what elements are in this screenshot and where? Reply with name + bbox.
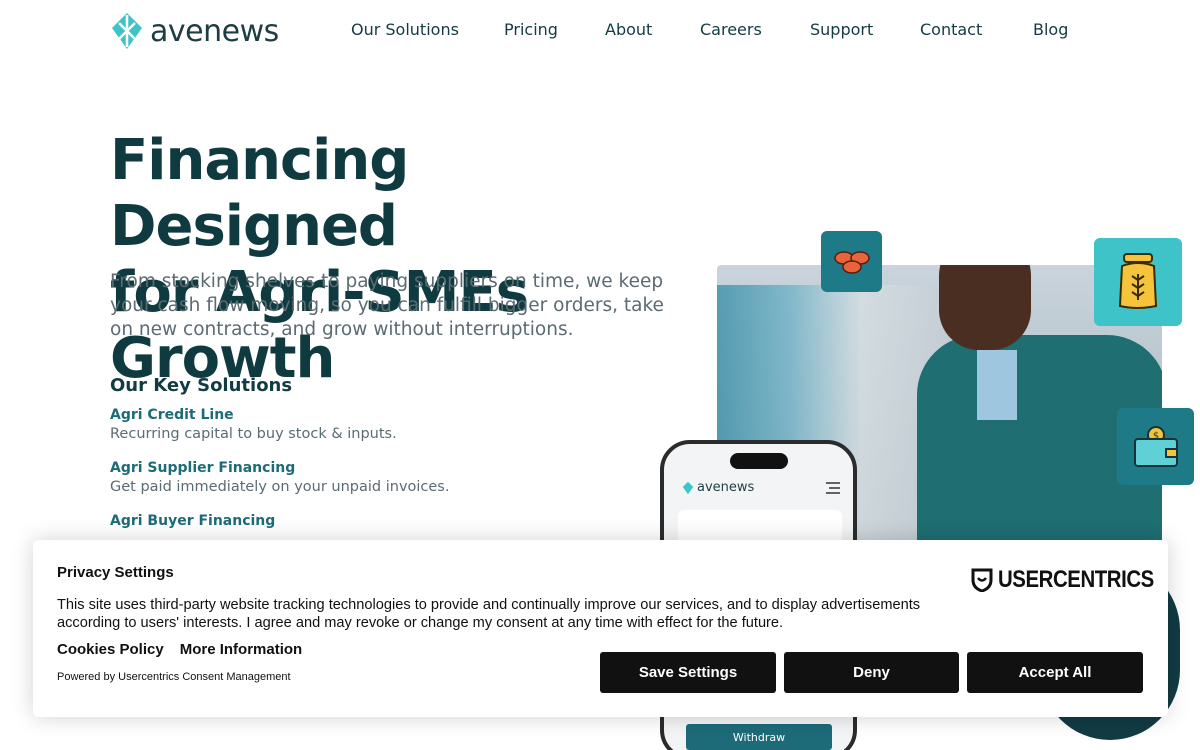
solutions-heading: Our Key Solutions [110,375,293,396]
deny-button[interactable]: Deny [784,652,959,693]
hero-title-line-1: Financing Designed [110,128,409,259]
logo-diamond-icon [682,481,694,494]
solution-item[interactable]: Agri Supplier Financing Get paid immedia… [110,460,449,495]
site-logo[interactable]: avenews [110,11,279,51]
grain-bag-tile [1094,238,1182,326]
solution-title[interactable]: Agri Buyer Financing [110,513,275,529]
nav-blog[interactable]: Blog [1033,20,1068,39]
nav-about[interactable]: About [605,20,652,39]
person-head [939,265,1031,350]
consent-title: Privacy Settings [57,564,174,581]
nav-support[interactable]: Support [810,20,873,39]
wallet-tile: $ [1117,408,1194,485]
accept-all-button[interactable]: Accept All [967,652,1143,693]
save-settings-button[interactable]: Save Settings [600,652,776,693]
hero-title: Financing Designed for Agri-SMEs Growth [110,128,710,392]
more-information-link[interactable]: More Information [180,641,303,658]
logo-diamond-icon [112,13,142,49]
beans-tile [821,231,882,292]
solution-title[interactable]: Agri Supplier Financing [110,460,449,476]
solution-item[interactable]: Agri Credit Line Recurring capital to bu… [110,407,397,442]
solution-desc: Get paid immediately on your unpaid invo… [110,479,450,495]
withdraw-button[interactable]: Withdraw [686,724,832,750]
phone-logo-text: avenews [697,480,755,495]
usercentrics-logo: USERCENTRICS [971,566,1181,594]
powered-by-text: Powered by Usercentrics Consent Manageme… [57,671,291,683]
logo-text: avenews [150,13,279,49]
consent-links: Cookies Policy More Information [57,641,302,658]
hamburger-menu-icon[interactable] [826,482,840,495]
usercentrics-shield-icon [971,568,993,592]
person-collar [977,350,1017,420]
nav-contact[interactable]: Contact [920,20,982,39]
grain-bag-icon [1118,253,1158,309]
usercentrics-wordmark: USERCENTRICS [998,566,1154,593]
nav-careers[interactable]: Careers [700,20,762,39]
hero-subtitle: From stocking shelves to paying supplier… [110,271,664,340]
phone-notch [730,453,788,469]
phone-logo: avenews [682,480,754,495]
consent-text: This site uses third-party website track… [57,597,921,631]
beans-icon [833,250,870,274]
cookie-consent-banner: Privacy Settings This site uses third-pa… [33,540,1168,717]
solution-desc: Recurring capital to buy stock & inputs. [110,426,397,442]
cookies-policy-link[interactable]: Cookies Policy [57,641,164,658]
nav-our-solutions[interactable]: Our Solutions [351,20,459,39]
wallet-icon: $ [1133,425,1178,467]
solution-item[interactable]: Agri Buyer Financing [110,513,275,532]
solution-title[interactable]: Agri Credit Line [110,407,397,423]
nav-pricing[interactable]: Pricing [504,20,558,39]
